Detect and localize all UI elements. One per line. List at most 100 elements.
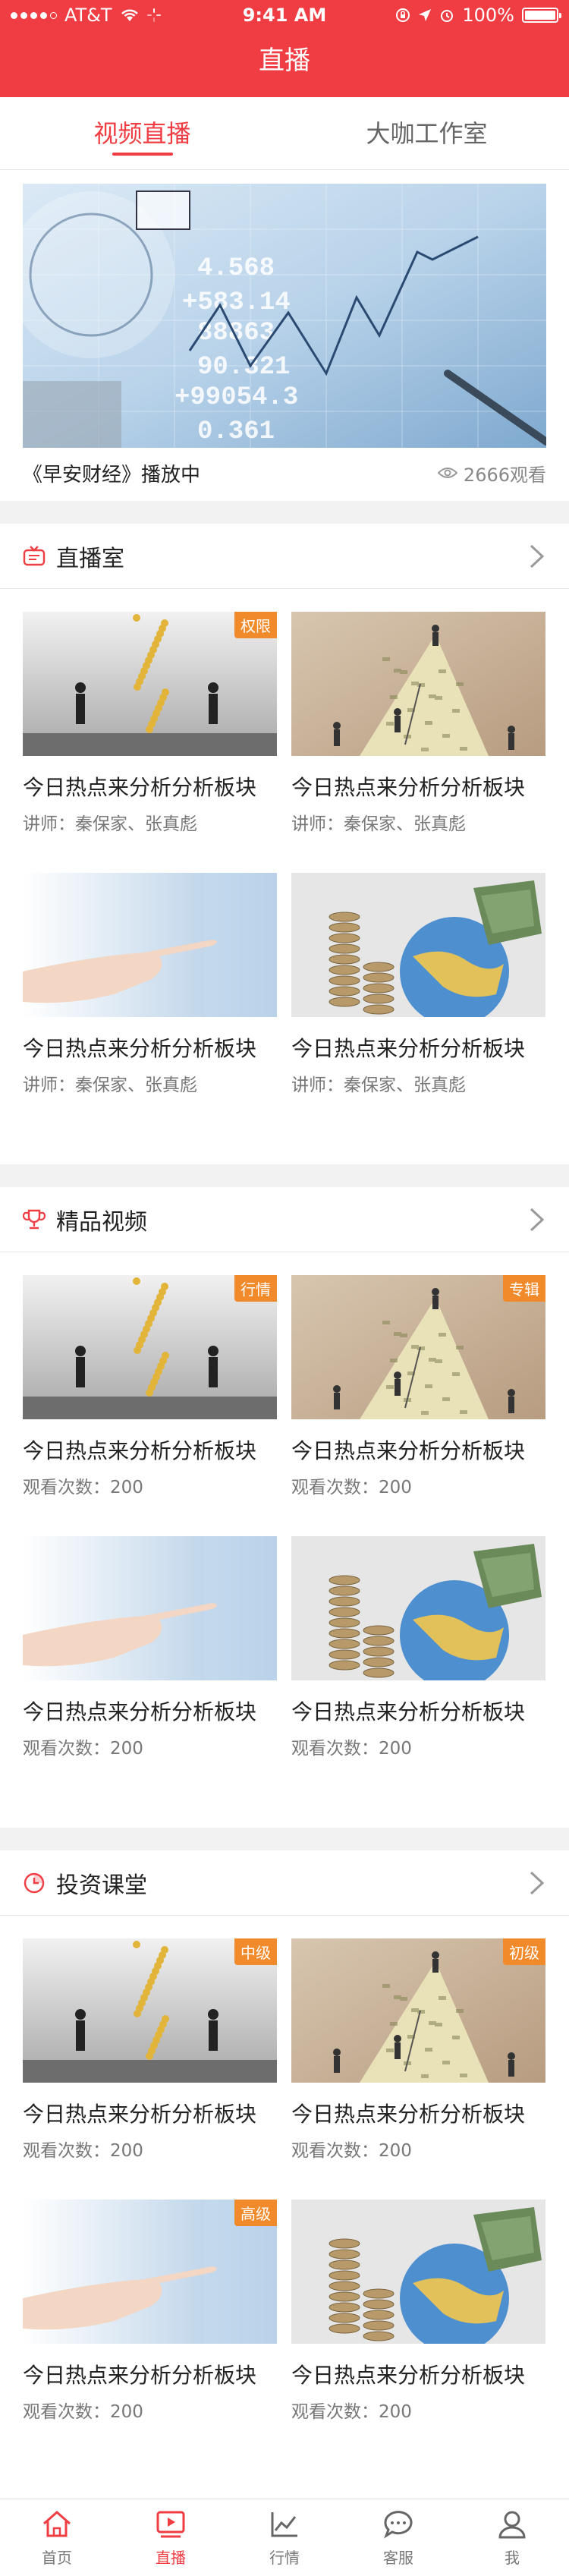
section-live-room: 直播室 权限 今日热点来分析分析板块 讲师：秦保家、张真彪 今日热点来分析分析板块 讲师…: [0, 524, 569, 1164]
chevron-right-icon[interactable]: [528, 543, 546, 569]
section-featured-videos: 精品视频 行情 今日热点来分析分析板块 观看次数：200 专辑 今日热点来分析分析板块观…: [0, 1187, 569, 1828]
section-investment-class: 投资课堂 中级 今日热点来分析分析板块 观看次数：200 初级 今日热点来分析分析板块观…: [0, 1850, 569, 2499]
home-icon: [40, 2508, 74, 2541]
chat-icon: [382, 2508, 415, 2541]
video-thumbnail[interactable]: [23, 1536, 277, 1680]
section-header[interactable]: 投资课堂: [0, 1850, 569, 1916]
page-title: 直播: [259, 46, 310, 76]
video-meta: 讲师：秦保家、张真彪: [291, 814, 466, 834]
tabbar-me[interactable]: 我: [455, 2499, 569, 2576]
video-meta: 观看次数：200: [291, 1739, 412, 1759]
thumbnail-badge: 权限: [234, 612, 277, 638]
chart-icon: [268, 2508, 301, 2541]
location-icon: [419, 9, 432, 21]
hero-caption: 《早安财经》播放中: [23, 463, 201, 487]
video-card[interactable]: 行情今日热点来分析分析板块观看次数：200: [23, 1275, 277, 1498]
video-meta: 观看次数：200: [291, 2141, 412, 2161]
video-title: 今日热点来分析分析板块: [23, 2102, 257, 2127]
play-icon: [154, 2508, 187, 2541]
video-card[interactable]: 专辑今日热点来分析分析板块观看次数：200: [291, 1275, 545, 1498]
video-card[interactable]: 初级今日热点来分析分析板块观看次数：200: [291, 1938, 545, 2162]
video-thumbnail[interactable]: [291, 2200, 545, 2344]
video-thumbnail[interactable]: [23, 873, 277, 1017]
tabbar-me-label: 我: [505, 2549, 520, 2567]
tabbar-live-label: 直播: [156, 2549, 186, 2567]
lock-rotation-icon: [396, 8, 410, 22]
thumbnail-badge: 中级: [234, 1938, 277, 1965]
video-title: 今日热点来分析分析板块: [291, 1699, 526, 1724]
video-thumbnail[interactable]: [291, 612, 545, 756]
chevron-right-icon[interactable]: [528, 1870, 546, 1896]
video-card[interactable]: 今日热点来分析分析板块观看次数：200: [291, 1536, 545, 1759]
video-meta: 观看次数：200: [23, 1478, 143, 1497]
video-title: 今日热点来分析分析板块: [23, 1438, 257, 1463]
battery-icon: [522, 8, 561, 23]
video-title: 今日热点来分析分析板块: [291, 2363, 526, 2388]
tabbar-market[interactable]: 行情: [228, 2499, 341, 2576]
tabbar-home[interactable]: 首页: [0, 2499, 114, 2576]
video-thumbnail[interactable]: [291, 1536, 545, 1680]
thumbnail-badge: 行情: [234, 1275, 277, 1302]
svg-text:0.361: 0.361: [197, 417, 275, 446]
tabbar-service[interactable]: 客服: [341, 2499, 455, 2576]
video-card[interactable]: 今日热点来分析分析板块 讲师：秦保家、张真彪: [291, 873, 545, 1096]
bottom-tab-bar: 首页 直播 行情 客服 我: [0, 2499, 569, 2576]
status-bar: AT&T 9:41 AM 100%: [0, 0, 569, 30]
video-meta: 观看次数：200: [291, 2402, 412, 2422]
tab-video-live[interactable]: 视频直播: [0, 97, 284, 169]
chevron-right-icon[interactable]: [528, 1207, 546, 1233]
video-title: 今日热点来分析分析板块: [291, 2102, 526, 2127]
top-tabs: 视频直播 大咖工作室: [0, 97, 569, 170]
thumbnail-badge: 初级: [503, 1938, 545, 1965]
video-meta: 观看次数：200: [23, 2141, 143, 2161]
trophy-icon: [23, 1208, 46, 1231]
video-thumbnail[interactable]: 高级: [23, 2200, 277, 2344]
video-thumbnail[interactable]: 初级: [291, 1938, 545, 2083]
battery-percent: 100%: [462, 5, 514, 26]
video-card[interactable]: 高级 今日热点来分析分析板块 观看次数：200: [23, 2200, 277, 2423]
signal-icon: [11, 11, 57, 19]
alarm-icon: [441, 10, 454, 22]
video-card[interactable]: 今日热点来分析分析板块 观看次数：200: [23, 1536, 277, 1759]
video-title: 今日热点来分析分析板块: [23, 1699, 257, 1724]
user-icon: [495, 2508, 529, 2541]
section-title: 投资课堂: [56, 1872, 147, 1899]
section-title: 直播室: [56, 545, 124, 572]
video-thumbnail[interactable]: 权限: [23, 612, 277, 756]
hero-card[interactable]: 4.568 +583.14 88863 90.321 +99054.3 0.361 《早安…: [0, 170, 569, 501]
video-meta: 观看次数：200: [23, 2402, 143, 2422]
hero-views: 2666观看: [437, 460, 546, 487]
video-title: 今日热点来分析分析板块: [291, 1036, 526, 1061]
video-thumbnail[interactable]: 专辑: [291, 1275, 545, 1419]
section-header[interactable]: 精品视频: [0, 1187, 569, 1252]
thumbnail-badge: 专辑: [503, 1275, 545, 1302]
svg-text:90.321: 90.321: [197, 353, 290, 382]
wifi-icon: [121, 9, 138, 21]
video-card[interactable]: 中级今日热点来分析分析板块观看次数：200: [23, 1938, 277, 2162]
tabbar-live[interactable]: 直播: [114, 2499, 228, 2576]
tabbar-service-label: 客服: [383, 2549, 413, 2567]
tabbar-home-label: 首页: [42, 2549, 72, 2567]
video-meta: 观看次数：200: [291, 1478, 412, 1497]
hero-stock-image[interactable]: 4.568 +583.14 88863 90.321 +99054.3 0.361: [23, 184, 546, 448]
tabbar-market-label: 行情: [269, 2549, 300, 2567]
video-meta: 讲师：秦保家、张真彪: [23, 1075, 197, 1095]
svg-text:+99054.3: +99054.3: [174, 383, 298, 412]
hero-views-count: 2666观看: [463, 464, 546, 486]
video-thumbnail[interactable]: 中级: [23, 1938, 277, 2083]
carrier-label: AT&T: [64, 5, 112, 26]
video-title: 今日热点来分析分析板块: [291, 775, 526, 800]
top-bar: AT&T 9:41 AM 100% 直播: [0, 0, 569, 97]
video-thumbnail[interactable]: [291, 873, 545, 1017]
clock-icon: [23, 1872, 46, 1894]
video-card[interactable]: 今日热点来分析分析板块观看次数：200: [291, 2200, 545, 2423]
video-thumbnail[interactable]: 行情: [23, 1275, 277, 1419]
video-card[interactable]: 今日热点来分析分析板块讲师：秦保家、张真彪: [291, 612, 545, 835]
tab-expert-studio[interactable]: 大咖工作室: [284, 97, 569, 169]
video-title: 今日热点来分析分析板块: [23, 1036, 257, 1061]
video-card[interactable]: 权限 今日热点来分析分析板块 讲师：秦保家、张真彪: [23, 612, 277, 835]
section-header[interactable]: 直播室: [0, 524, 569, 589]
video-card[interactable]: 今日热点来分析分析板块讲师：秦保家、张真彪: [23, 873, 277, 1096]
svg-text:4.568: 4.568: [197, 254, 275, 283]
video-title: 今日热点来分析分析板块: [291, 1438, 526, 1463]
